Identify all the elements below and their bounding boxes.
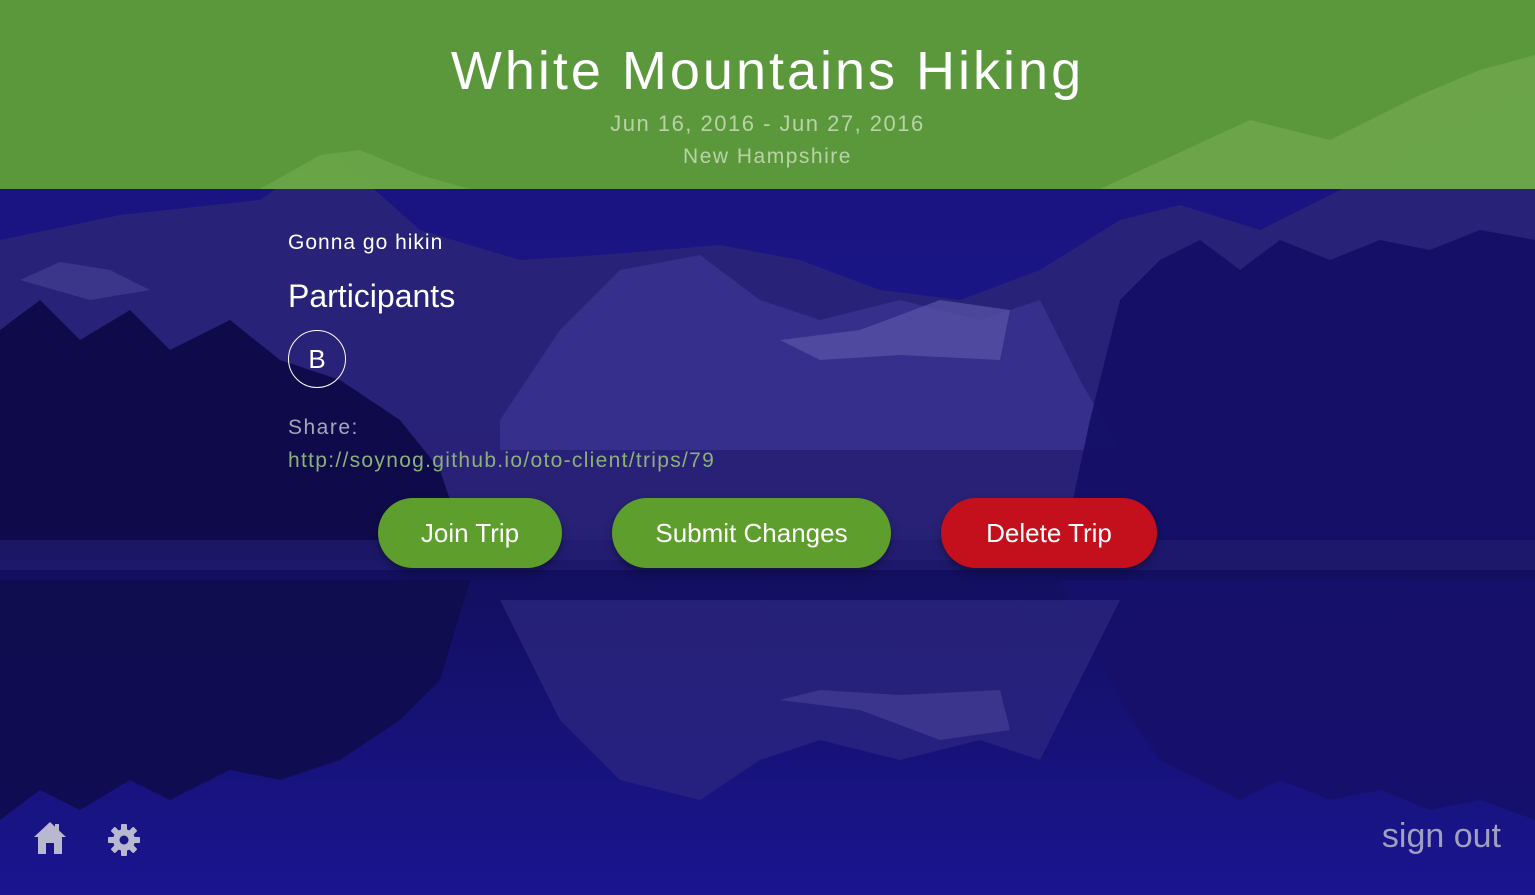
home-icon[interactable]	[32, 820, 68, 856]
trip-location: New Hampshire	[683, 145, 852, 168]
trip-header: White Mountains Hiking Jun 16, 2016 - Ju…	[0, 0, 1535, 189]
home-icon-glyph	[34, 822, 66, 854]
trip-dates: Jun 16, 2016 - Jun 27, 2016	[610, 111, 925, 136]
gear-icon-glyph	[108, 824, 140, 856]
sign-out-link[interactable]: sign out	[1382, 815, 1501, 857]
participant-avatar: B	[288, 330, 346, 388]
trip-description: Gonna go hikin	[288, 231, 444, 254]
gear-icon[interactable]	[106, 822, 142, 858]
join-trip-button[interactable]: Join Trip	[378, 498, 562, 568]
delete-trip-button[interactable]: Delete Trip	[941, 498, 1157, 568]
participants-heading: Participants	[288, 278, 456, 314]
share-link[interactable]: http://soynog.github.io/oto-client/trips…	[288, 447, 715, 475]
share-label: Share:	[288, 416, 359, 439]
trip-title: White Mountains Hiking	[450, 41, 1085, 101]
submit-changes-button[interactable]: Submit Changes	[612, 498, 891, 568]
